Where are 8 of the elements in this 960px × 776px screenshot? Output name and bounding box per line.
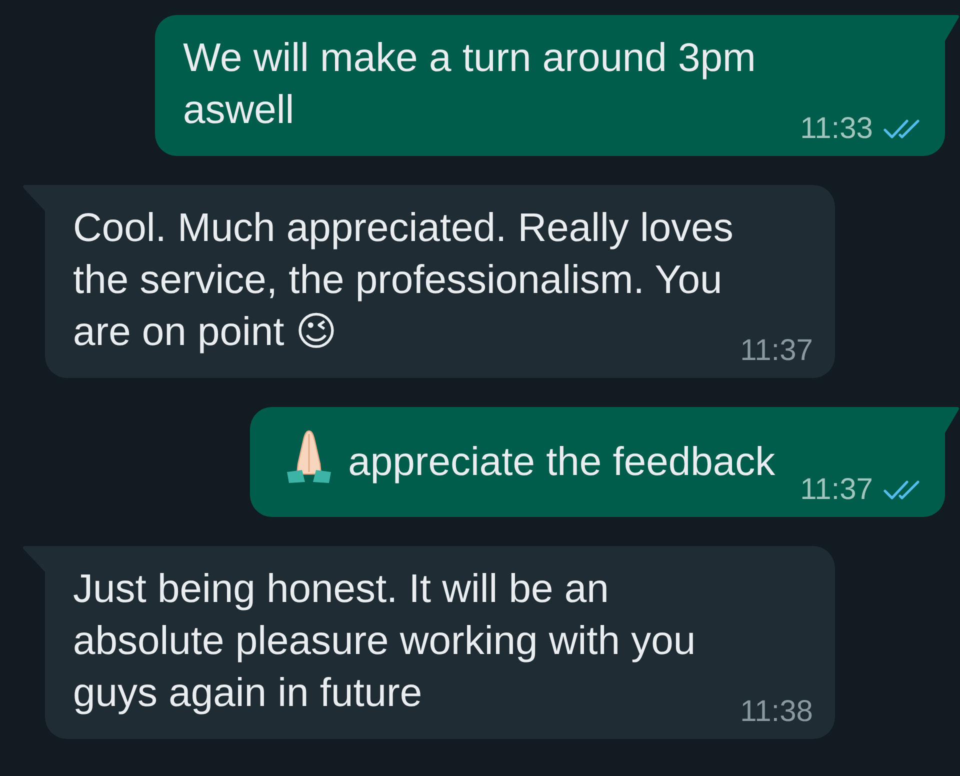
message-text: We will make a turn around 3pm aswell — [183, 36, 756, 132]
message-time: 11:37 — [740, 337, 813, 365]
message-text: Cool. Much appreciated. Really loves the service, the professionalism. You are on point 😉 — [73, 206, 734, 354]
message-time: 11:37 — [800, 476, 873, 504]
message-text: appreciate the feedback — [348, 440, 776, 484]
message-text: Just being honest. It will be an absolute pleasure working with you guys again in future — [73, 567, 696, 715]
message-time: 11:38 — [740, 698, 813, 726]
message-time: 11:33 — [800, 115, 873, 143]
